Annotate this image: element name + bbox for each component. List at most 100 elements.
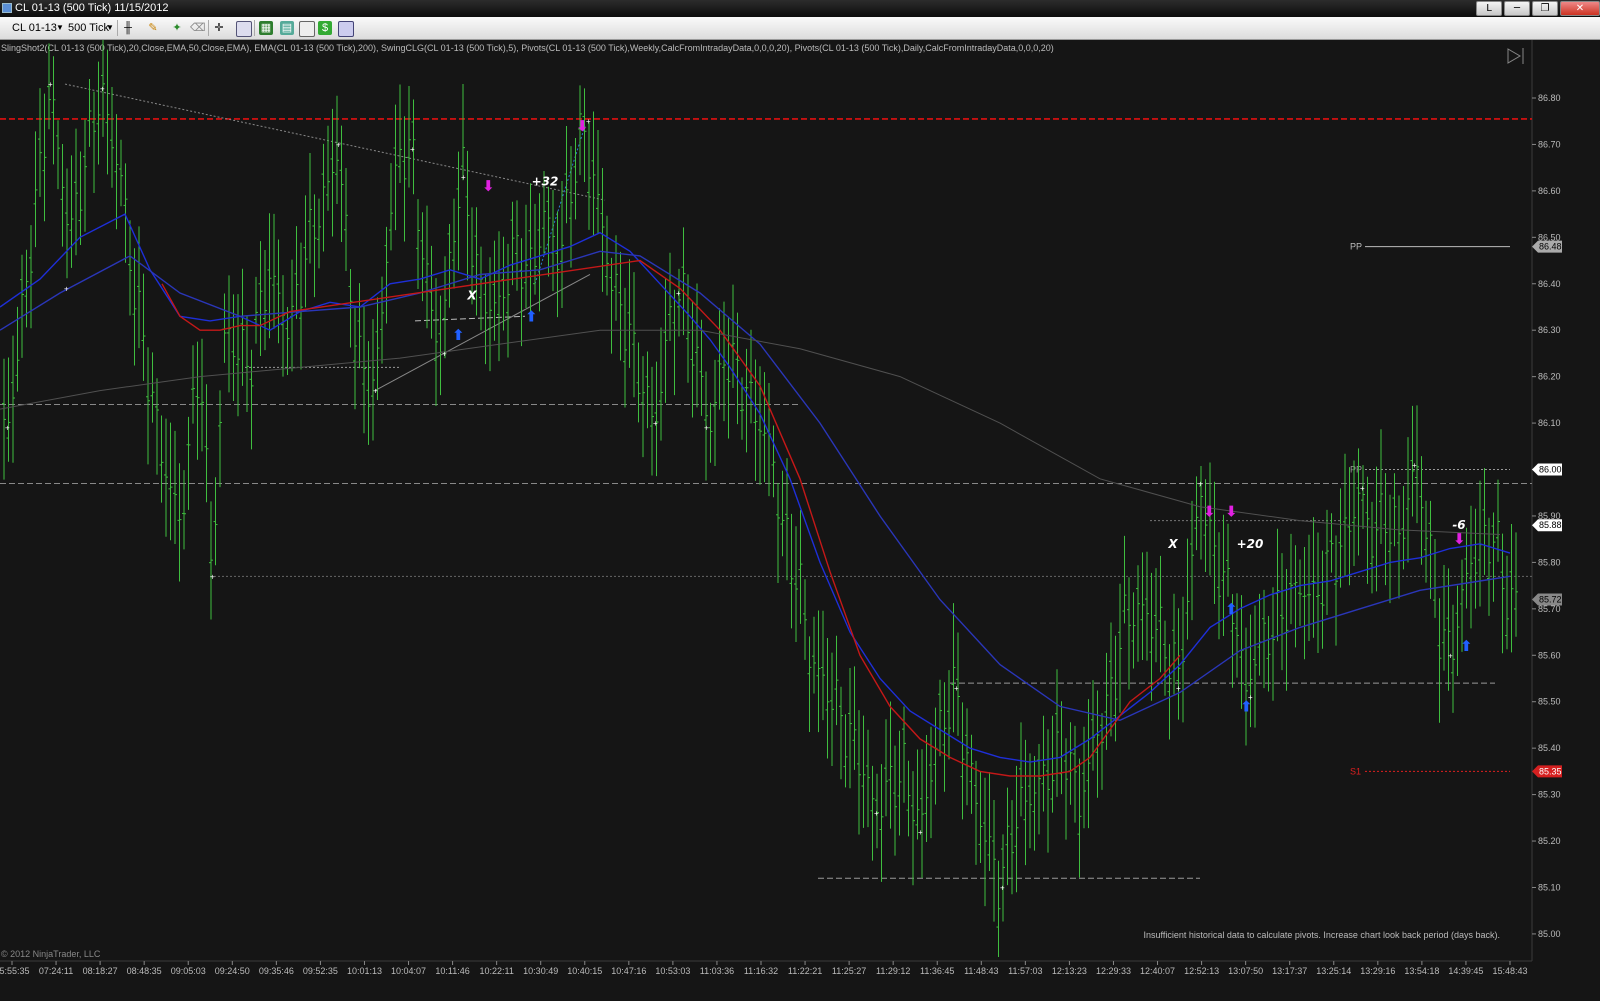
x-tick-label: 10:22:11 bbox=[479, 966, 513, 976]
sell-arrow-icon: ⬇ bbox=[1225, 502, 1238, 520]
link-button[interactable]: L bbox=[1476, 1, 1502, 16]
y-tick-label: 85.10 bbox=[1538, 882, 1561, 892]
y-tick-label: 85.80 bbox=[1538, 557, 1561, 567]
y-tick-label: 86.80 bbox=[1538, 93, 1561, 103]
price-marker-label: 85.35 bbox=[1539, 766, 1562, 776]
instrument-dropdown-icon[interactable]: ▼ bbox=[56, 20, 64, 36]
buy-arrow-icon: ⬆ bbox=[452, 326, 465, 344]
attach-icon[interactable] bbox=[338, 21, 354, 37]
y-tick-label: 85.60 bbox=[1538, 650, 1561, 660]
x-tick-label: 10:11:46 bbox=[435, 966, 469, 976]
price-chart[interactable]: SlingShot2(CL 01-13 (500 Tick),20,Close,… bbox=[0, 40, 1600, 1001]
buy-arrow-icon: ⬆ bbox=[1225, 600, 1238, 618]
x-tick-label: 10:53:03 bbox=[655, 966, 690, 976]
swing-marker: + bbox=[410, 145, 415, 154]
swing-marker: + bbox=[64, 284, 69, 293]
pivot-label: S1 bbox=[1350, 766, 1361, 776]
x-tick-label: 11:29:12 bbox=[876, 966, 910, 976]
swing-marker: + bbox=[1412, 461, 1417, 470]
bar-style-icon[interactable]: ╫ bbox=[121, 21, 135, 35]
eraser-icon[interactable]: ⌫ bbox=[190, 21, 206, 35]
x-tick-label: 12:29:33 bbox=[1096, 966, 1131, 976]
swing-marker: + bbox=[874, 809, 879, 818]
swing-marker: + bbox=[48, 80, 53, 89]
price-marker-label: 85.72 bbox=[1539, 595, 1562, 605]
trade-label: +32 bbox=[532, 175, 559, 189]
swing-marker: + bbox=[100, 85, 105, 94]
sell-arrow-icon: ⬇ bbox=[1203, 502, 1216, 520]
separator bbox=[208, 20, 209, 36]
x-tick-label: 08:18:27 bbox=[83, 966, 118, 976]
crosshair-icon[interactable]: ✛ bbox=[212, 21, 226, 35]
sell-arrow-icon: ⬇ bbox=[576, 117, 589, 135]
minimize-button[interactable]: ─ bbox=[1504, 1, 1530, 16]
window-buttons: L ─ ❐ ✕ bbox=[1474, 0, 1600, 17]
y-tick-label: 86.10 bbox=[1538, 418, 1561, 428]
separator bbox=[254, 20, 255, 36]
properties-icon[interactable] bbox=[236, 21, 252, 37]
pencil-icon[interactable]: ✎ bbox=[146, 21, 160, 35]
x-tick-label: 13:54:18 bbox=[1404, 966, 1439, 976]
maximize-button[interactable]: ❐ bbox=[1532, 1, 1558, 16]
x-tick-label: 11:25:27 bbox=[832, 966, 866, 976]
buy-arrow-icon: ⬆ bbox=[1240, 697, 1253, 715]
x-tick-label: 12:40:07 bbox=[1140, 966, 1175, 976]
instrument-selector[interactable]: CL 01-13 bbox=[12, 20, 57, 36]
x-tick-label: 05:55:35 bbox=[0, 966, 30, 976]
trade-label: X bbox=[466, 288, 477, 302]
x-tick-label: 12:52:13 bbox=[1184, 966, 1219, 976]
x-tick-label: 08:48:35 bbox=[127, 966, 162, 976]
data-series-icon[interactable]: ▦ bbox=[259, 21, 273, 35]
cursor-icon[interactable]: ✦ bbox=[170, 21, 184, 35]
chart-toolbar: CL 01-13 ▼ 500 Tick ▼ ╫ ✎ ✦ ⌫ ✛ ▦ ▤ $ bbox=[0, 17, 1600, 40]
x-tick-label: 10:04:07 bbox=[391, 966, 426, 976]
swing-marker: + bbox=[704, 424, 709, 433]
sell-arrow-icon: ⬇ bbox=[1453, 530, 1466, 548]
x-tick-label: 11:36:45 bbox=[920, 966, 954, 976]
x-tick-label: 13:07:50 bbox=[1228, 966, 1263, 976]
x-tick-label: 11:48:43 bbox=[964, 966, 998, 976]
x-tick-label: 13:17:37 bbox=[1272, 966, 1307, 976]
price-marker-label: 86.00 bbox=[1539, 465, 1562, 475]
pivot-label: PP bbox=[1350, 465, 1362, 475]
swing-marker: + bbox=[336, 140, 341, 149]
copyright: © 2012 NinjaTrader, LLC bbox=[1, 949, 101, 959]
window-title: CL 01-13 (500 Tick) 11/15/2012 bbox=[15, 2, 169, 14]
swing-marker: + bbox=[442, 349, 447, 358]
x-tick-label: 10:01:13 bbox=[347, 966, 382, 976]
swing-marker: + bbox=[653, 419, 658, 428]
swing-marker: + bbox=[954, 684, 959, 693]
period-selector[interactable]: 500 Tick bbox=[68, 20, 109, 36]
trade-label: +20 bbox=[1237, 537, 1264, 551]
strategies-icon[interactable] bbox=[299, 21, 315, 37]
swing-marker: + bbox=[1198, 479, 1203, 488]
swing-marker: + bbox=[1448, 651, 1453, 660]
close-button[interactable]: ✕ bbox=[1560, 1, 1600, 16]
y-tick-label: 86.70 bbox=[1538, 139, 1561, 149]
price-marker-label: 85.88 bbox=[1539, 520, 1562, 530]
x-tick-label: 11:22:21 bbox=[788, 966, 822, 976]
x-tick-label: 10:47:16 bbox=[611, 966, 646, 976]
x-tick-label: 11:16:32 bbox=[744, 966, 778, 976]
sell-arrow-icon: ⬇ bbox=[482, 177, 495, 195]
period-dropdown-icon[interactable]: ▼ bbox=[106, 20, 114, 36]
price-marker-label: 86.48 bbox=[1539, 242, 1562, 252]
swing-marker: + bbox=[918, 828, 923, 837]
window-titlebar: CL 01-13 (500 Tick) 11/15/2012 L ─ ❐ ✕ bbox=[0, 0, 1600, 17]
y-tick-label: 86.20 bbox=[1538, 372, 1561, 382]
swing-marker: + bbox=[1360, 484, 1365, 493]
x-tick-label: 13:29:16 bbox=[1360, 966, 1395, 976]
y-tick-label: 85.20 bbox=[1538, 836, 1561, 846]
x-tick-label: 10:30:49 bbox=[523, 966, 558, 976]
x-tick-label: 09:52:35 bbox=[303, 966, 338, 976]
buy-arrow-icon: ⬆ bbox=[525, 307, 538, 325]
swing-marker: + bbox=[5, 424, 10, 433]
indicator-header: SlingShot2(CL 01-13 (500 Tick),20,Close,… bbox=[1, 43, 1054, 53]
indicators-icon[interactable]: ▤ bbox=[280, 21, 294, 35]
x-tick-label: 11:57:03 bbox=[1008, 966, 1042, 976]
chart-trader-icon[interactable]: $ bbox=[318, 21, 332, 35]
buy-arrow-icon: ⬆ bbox=[1460, 637, 1473, 655]
x-tick-label: 07:24:11 bbox=[39, 966, 73, 976]
swing-marker: + bbox=[373, 387, 378, 396]
app-icon bbox=[2, 3, 12, 13]
